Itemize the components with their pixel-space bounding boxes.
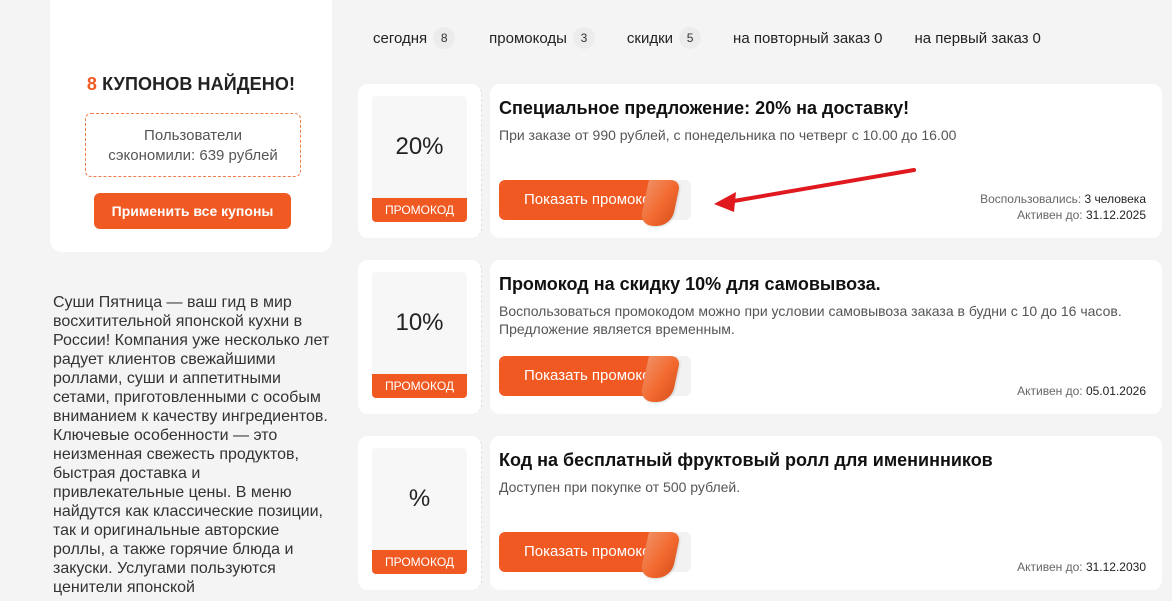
store-description: Суши Пятница — ваш гид в мир восхититель…	[53, 294, 330, 596]
show-promocode-label: Показать промокод	[499, 532, 659, 572]
expiry-value: 31.12.2025	[1085, 208, 1146, 222]
expiry-value: 05.01.2026	[1085, 384, 1146, 398]
tab-repeat-order[interactable]: на повторный заказ 0	[733, 30, 882, 47]
coupons-found-heading: 8 КУПОНОВ НАЙДЕНО!	[50, 74, 332, 95]
usage-value: 3 человека	[1084, 192, 1146, 206]
tab-discounts-count: 5	[679, 27, 702, 49]
promo-tag: ПРОМОКОД	[372, 550, 467, 574]
coupon-body: Промокод на скидку 10% для самовывоза. В…	[490, 260, 1162, 414]
tab-repeat-order-count: 0	[874, 29, 883, 47]
coupon-stub: 20% ПРОМОКОД	[358, 84, 482, 238]
tab-discounts-label: скидки	[626, 29, 674, 47]
coupon-card: % ПРОМОКОД Код на бесплатный фруктовый р…	[358, 436, 1162, 590]
discount-box: 20% ПРОМОКОД	[372, 96, 467, 222]
coupon-title: Промокод на скидку 10% для самовывоза.	[499, 274, 881, 294]
coupon-body: Код на бесплатный фруктовый ролл для име…	[490, 436, 1162, 590]
usage-label: Воспользовались:	[980, 192, 1082, 206]
coupon-card: 10% ПРОМОКОД Промокод на скидку 10% для …	[358, 260, 1162, 414]
coupon-description: При заказе от 990 рублей, с понедельника…	[499, 127, 957, 143]
coupon-expiry: Активен до: 05.01.2026	[1017, 384, 1146, 398]
show-promocode-button[interactable]: Показать промокод	[499, 356, 691, 402]
tab-promocodes-count: 3	[572, 27, 595, 49]
coupon-usage: Воспользовались: 3 человека	[980, 192, 1146, 206]
coupon-filter-tabs: сегодня 8 промокоды 3 скидки 5 на повтор…	[373, 26, 1041, 50]
expiry-label: Активен до:	[1017, 560, 1083, 574]
savings-line-1: Пользователи	[144, 127, 242, 144]
discount-value: %	[408, 485, 431, 512]
tab-first-order-count: 0	[1032, 29, 1041, 47]
discount-box: % ПРОМОКОД	[372, 448, 467, 574]
show-promocode-label: Показать промокод	[499, 180, 659, 220]
expiry-label: Активен до:	[1017, 208, 1083, 222]
expiry-label: Активен до:	[1017, 384, 1083, 398]
promo-tag: ПРОМОКОД	[372, 374, 467, 398]
coupons-found-count: 8	[86, 74, 98, 94]
tab-today-count: 8	[433, 27, 456, 49]
coupon-expiry: Активен до: 31.12.2030	[1017, 560, 1146, 574]
tab-first-order[interactable]: на первый заказ 0	[914, 30, 1040, 47]
tab-promocodes-label: промокоды	[489, 29, 567, 47]
coupon-stub: 10% ПРОМОКОД	[358, 260, 482, 414]
tab-discounts[interactable]: скидки 5	[626, 27, 702, 49]
coupon-description: Доступен при покупке от 500 рублей.	[499, 479, 741, 495]
apply-all-coupons-button[interactable]: Применить все купоны	[94, 193, 291, 229]
discount-box: 10% ПРОМОКОД	[372, 272, 467, 398]
show-promocode-button[interactable]: Показать промокод	[499, 532, 691, 578]
coupon-stub: % ПРОМОКОД	[358, 436, 482, 590]
tab-first-order-label: на первый заказ	[914, 29, 1029, 47]
expiry-value: 31.12.2030	[1085, 560, 1146, 574]
discount-value: 10%	[395, 309, 444, 336]
savings-line-2: сэкономили: 639 рублей	[108, 147, 278, 164]
show-promocode-button[interactable]: Показать промокод	[499, 180, 691, 226]
annotation-arrow-icon	[714, 168, 916, 212]
savings-box: Пользователи сэкономили: 639 рублей	[85, 113, 301, 177]
show-promocode-label: Показать промокод	[499, 356, 659, 396]
tab-today-label: сегодня	[373, 29, 428, 47]
promo-tag: ПРОМОКОД	[372, 198, 467, 222]
coupon-description: Воспользоваться промокодом можно при усл…	[499, 303, 1122, 337]
coupon-title: Код на бесплатный фруктовый ролл для име…	[499, 450, 993, 470]
discount-value: 20%	[395, 133, 444, 160]
coupon-title: Специальное предложение: 20% на доставку…	[499, 98, 910, 118]
tab-promocodes[interactable]: промокоды 3	[489, 27, 595, 49]
tab-repeat-order-label: на повторный заказ	[733, 29, 871, 47]
coupon-summary-card: 8 КУПОНОВ НАЙДЕНО! Пользователи сэкономи…	[50, 0, 332, 252]
coupons-found-text: КУПОНОВ НАЙДЕНО!	[97, 74, 296, 94]
coupon-expiry: Активен до: 31.12.2025	[1017, 208, 1146, 222]
tab-today[interactable]: сегодня 8	[373, 27, 456, 49]
